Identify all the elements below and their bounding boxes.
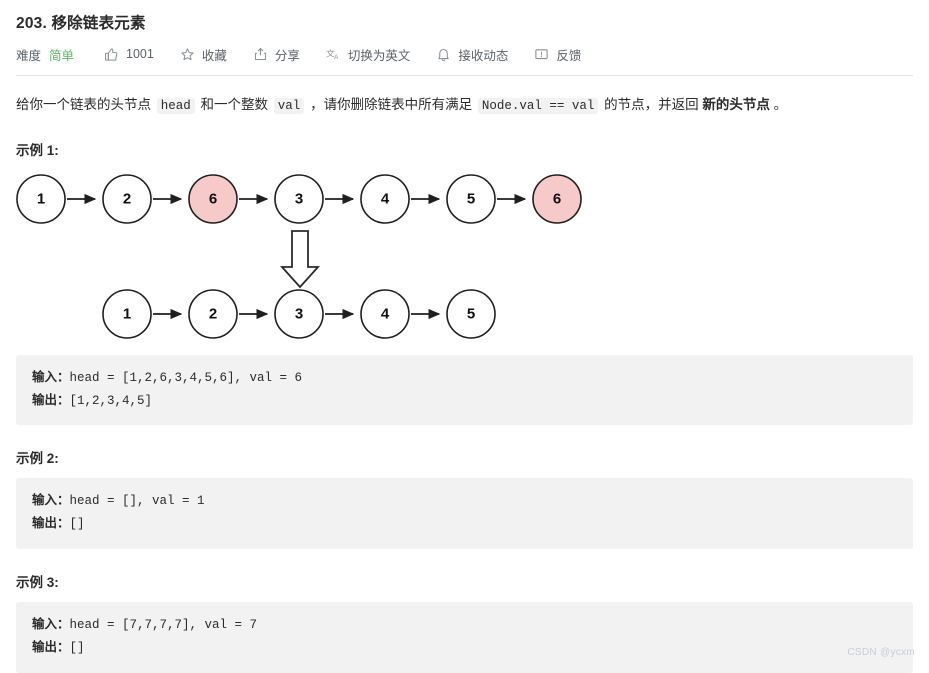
example-2-codeblock: 输入：head = [], val = 1 输出：[] [16,478,913,550]
example-1-input-value: head = [1,2,6,3,4,5,6], val = 6 [69,370,303,385]
example-3-output-label: 输出： [32,640,70,654]
example-2-input-value: head = [], val = 1 [69,494,205,509]
before-node-1: 2 [102,173,152,224]
description-text-2: 和一个整数 [196,97,272,112]
after-node-label-0: 1 [123,305,131,322]
before-node-4: 4 [360,173,410,224]
after-node-label-2: 3 [295,305,303,322]
before-node-label-6: 6 [553,190,561,207]
example-3-heading: 示例 3: [16,575,59,591]
after-node-label-1: 2 [209,305,217,322]
problem-page: 203. 移除链表元素 难度 简单 1001 收藏 分享 文 A 切换为英文 接… [0,0,929,673]
before-node-3: 3 [274,173,324,224]
before-node-label-3: 3 [295,190,303,207]
inline-code-condition: Node.val == val [477,98,599,114]
down-arrow-icon [279,229,321,288]
after-node-2: 3 [274,288,324,339]
after-node-3: 4 [360,288,410,339]
inline-code-val: val [273,98,305,114]
subscribe-label: 接收动态 [458,48,509,63]
example-1-codeblock: 输入：head = [1,2,6,3,4,5,6], val = 6 输出：[1… [16,354,913,426]
before-node-6: 6 [532,173,582,224]
feedback-button[interactable]: 反馈 [534,45,581,64]
subscribe-button[interactable]: 接收动态 [436,45,508,64]
difficulty-group: 难度 简单 [16,45,74,64]
difficulty-value: 简单 [49,48,75,63]
bell-icon [436,47,451,62]
example-2-output-value: [] [69,517,85,532]
translate-button[interactable]: 文 A 切换为英文 [326,45,411,64]
example-2-input-label: 输入： [32,493,70,508]
inline-code-head: head [156,98,195,114]
watermark: CSDN @ycxm [847,647,915,658]
before-node-0: 1 [16,173,66,224]
feedback-icon [534,47,549,62]
svg-text:A: A [334,53,339,60]
description-text-1: 给你一个链表的头节点 [16,97,155,112]
before-node-label-4: 4 [381,190,390,207]
before-node-label-5: 5 [467,190,475,207]
problem-description: 给你一个链表的头节点 head 和一个整数 val ，请你删除链表中所有满足 N… [16,94,913,117]
after-node-0: 1 [102,288,152,339]
description-text-4: 的节点，并返回 [600,97,703,112]
like-count: 1001 [126,47,154,61]
feedback-label: 反馈 [556,48,582,63]
after-node-1: 2 [188,288,238,339]
problem-meta-bar: 难度 简单 1001 收藏 分享 文 A 切换为英文 接收动态 反馈 [16,44,913,64]
after-node-label-4: 5 [467,305,475,322]
example-3-output-value: [] [69,641,85,655]
header-divider [16,75,913,76]
description-bold-new-head: 新的头节点 [702,97,770,112]
translate-icon: 文 A [326,47,341,62]
example-3-codeblock: 输入：head = [7,7,7,7], val = 7 输出：[] [16,602,913,673]
linked-list-diagram: 1 2 6 3 4 5 6 1 2 3 4 5 [16,169,913,344]
after-node-4: 5 [446,288,496,339]
star-icon [180,47,195,62]
before-list: 1 2 6 3 4 5 6 [16,173,582,224]
translate-label: 切换为英文 [347,48,411,63]
after-list: 1 2 3 4 5 [102,288,496,339]
share-label: 分享 [274,48,300,63]
like-button[interactable]: 1001 [104,47,154,62]
favorite-button[interactable]: 收藏 [180,45,227,64]
difficulty-label: 难度 [16,48,42,63]
thumbs-up-icon [104,47,119,62]
example-1-output-value: [1,2,3,4,5] [69,393,153,408]
example-2-output-label: 输出： [32,516,70,531]
description-text-5: 。 [769,97,788,112]
example-3-input-label: 输入： [32,617,70,632]
share-icon [253,47,268,62]
before-node-label-1: 2 [123,190,131,207]
favorite-label: 收藏 [201,48,227,63]
linked-list-svg: 1 2 6 3 4 5 6 1 2 3 4 5 [16,173,582,339]
share-button[interactable]: 分享 [253,45,300,64]
example-2-heading: 示例 2: [16,451,59,467]
page-title: 203. 移除链表元素 [16,15,146,32]
before-node-2: 6 [188,173,238,224]
example-1-heading: 示例 1: [16,142,59,158]
before-node-5: 5 [446,173,496,224]
example-1-output-label: 输出： [32,392,70,407]
example-1-input-label: 输入： [32,369,70,384]
description-text-3: ，请你删除链表中所有满足 [306,97,476,112]
after-node-label-3: 4 [381,305,390,322]
before-node-label-2: 6 [209,190,217,207]
before-node-label-0: 1 [37,190,45,207]
example-3-input-value: head = [7,7,7,7], val = 7 [69,618,258,633]
